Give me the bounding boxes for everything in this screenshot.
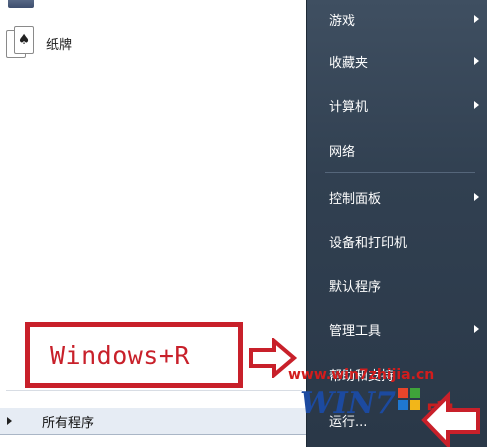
triangle-right-icon [7,417,12,425]
menu-item-default-programs[interactable]: 默认程序 [319,266,481,304]
shortcut-annotation-box: Windows+R [25,322,243,388]
submenu-arrow-icon [474,325,479,333]
menu-item-label: 设备和打印机 [329,235,408,251]
menu-item-control-panel[interactable]: 控制面板 [319,178,481,216]
menu-item-label: 游戏 [329,13,356,29]
solitaire-cards-icon: ♠ [6,26,36,60]
menu-item-label: 网络 [329,144,356,160]
submenu-arrow-icon [474,15,479,23]
menu-item-admin-tools[interactable]: 管理工具 [319,310,481,348]
divider [6,390,302,391]
search-strip [0,434,306,447]
submenu-arrow-icon [474,101,479,109]
submenu-arrow-icon [474,57,479,65]
shortcut-annotation-text: Windows+R [50,341,190,370]
pointer-arrow-icon [421,391,480,447]
watermark-url: www.win7zhijia.cn [288,367,435,383]
menu-item-devices-printers[interactable]: 设备和打印机 [319,222,481,260]
menu-item-label: 默认程序 [329,279,382,295]
menu-item-favorites[interactable]: 收藏夹 [319,42,481,80]
menu-item-label: 计算机 [329,99,369,115]
submenu-arrow-icon [474,193,479,201]
all-programs-label: 所有程序 [42,415,95,431]
menu-item-games[interactable]: 游戏 [319,0,481,38]
menu-item-label: 管理工具 [329,323,382,339]
menu-item-label: 收藏夹 [329,55,369,71]
all-programs-button[interactable]: 所有程序 [0,408,306,434]
program-item-solitaire[interactable]: ♠ 纸牌 [2,24,300,62]
watermark-brand: WIN7 [300,386,397,421]
program-icon [8,0,34,8]
partial-program-item[interactable] [2,0,302,12]
menu-item-label: 控制面板 [329,191,382,207]
menu-item-network[interactable]: 网络 [319,131,481,169]
menu-item-computer[interactable]: 计算机 [319,86,481,124]
program-label: 纸牌 [46,37,73,53]
menu-separator [325,172,475,173]
